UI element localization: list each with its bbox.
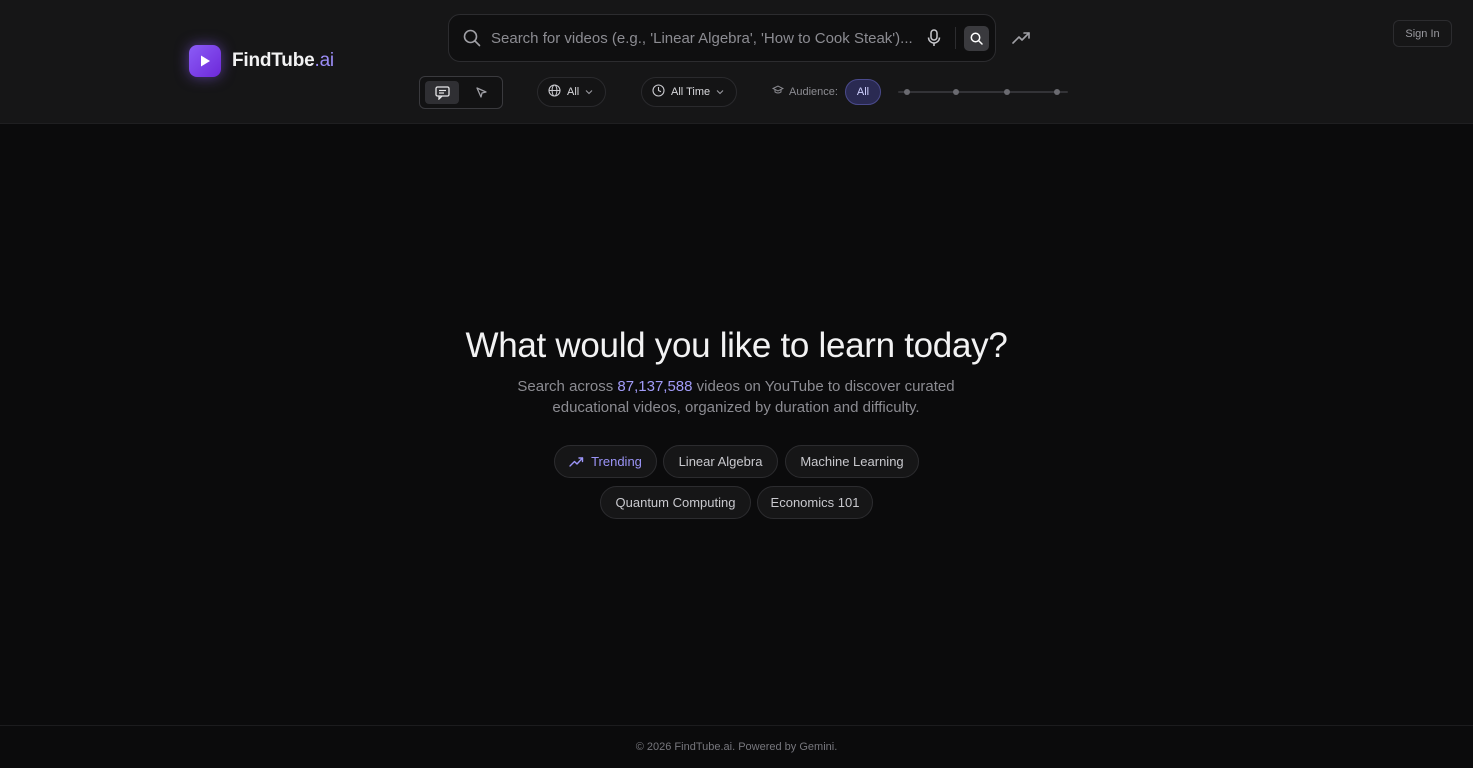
pointer-mode-icon[interactable] [467, 81, 495, 104]
brand-logo[interactable]: FindTube.ai [189, 45, 334, 77]
brand-suffix: .ai [314, 50, 334, 71]
microphone-icon[interactable] [927, 29, 941, 52]
search-icon [463, 29, 481, 52]
play-icon [189, 45, 221, 77]
audience-slider-stop[interactable] [953, 89, 959, 95]
suggestion-chip[interactable]: Quantum Computing [600, 486, 751, 519]
audience-slider-track [898, 91, 1068, 93]
hero-subtitle: Search across 87,137,588 videos on YouTu… [486, 376, 986, 418]
language-filter[interactable]: All [537, 77, 606, 107]
video-count: 87,137,588 [617, 378, 693, 395]
graduation-cap-icon [771, 85, 785, 98]
chat-mode-icon[interactable] [425, 81, 459, 104]
time-filter[interactable]: All Time [641, 77, 737, 107]
audience-label: Audience: [771, 85, 838, 98]
footer-text: © 2026 FindTube.ai. Powered by Gemini. [635, 741, 838, 753]
audience-slider[interactable] [898, 88, 1068, 96]
suggestion-chip[interactable]: Machine Learning [785, 445, 919, 478]
trending-icon [569, 456, 584, 467]
audience-slider-stop[interactable] [904, 89, 910, 95]
search-button[interactable] [964, 26, 989, 51]
brand-name: FindTube.ai [232, 50, 334, 71]
search-divider [955, 27, 956, 49]
time-filter-value: All Time [671, 86, 711, 98]
trending-chip-label: Trending [591, 454, 642, 469]
suggestion-chip[interactable]: Linear Algebra [663, 445, 778, 478]
top-header: FindTube.ai Sign In All [0, 0, 1473, 124]
audience-slider-stop[interactable] [1004, 89, 1010, 95]
language-filter-value: All [567, 86, 580, 98]
hero-subtitle-prefix: Search across [517, 378, 618, 395]
globe-icon [548, 84, 561, 100]
audience-label-text: Audience: [789, 85, 838, 98]
search-mode-toggle [419, 76, 503, 109]
trending-chip[interactable]: Trending [554, 445, 657, 478]
clock-icon [652, 84, 665, 100]
audience-all-button[interactable]: All [845, 79, 881, 105]
hero-title: What would you like to learn today? [465, 326, 1008, 365]
chevron-down-icon [585, 86, 593, 98]
suggestion-chip[interactable]: Economics 101 [757, 486, 873, 519]
trending-icon[interactable] [1011, 28, 1031, 53]
chevron-down-icon [716, 86, 724, 98]
audience-slider-stop[interactable] [1054, 89, 1060, 95]
sign-in-button[interactable]: Sign In [1393, 20, 1452, 47]
footer: © 2026 FindTube.ai. Powered by Gemini. [0, 725, 1473, 768]
search-bar [448, 14, 996, 62]
search-input[interactable] [491, 25, 917, 51]
